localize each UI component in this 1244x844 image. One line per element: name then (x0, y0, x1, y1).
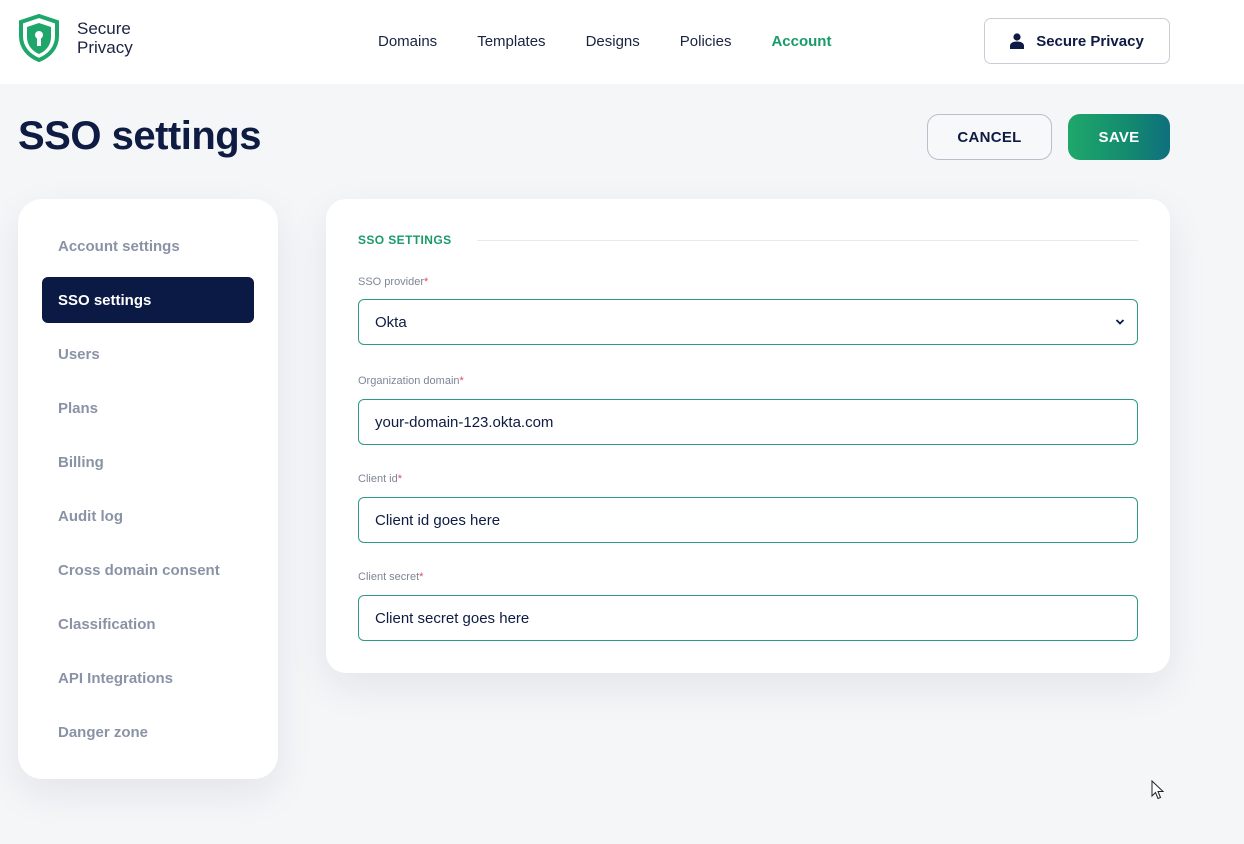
section-header: SSO SETTINGS (358, 233, 1138, 247)
mouse-cursor-icon (1151, 780, 1165, 800)
sidebar-item-account-settings[interactable]: Account settings (42, 223, 254, 269)
sso-provider-label: SSO provider* (358, 276, 429, 288)
user-menu-button[interactable]: Secure Privacy (984, 18, 1170, 64)
organization-domain-input[interactable] (375, 400, 1137, 444)
page-title: SSO settings (18, 114, 261, 158)
sso-provider-select[interactable]: Okta (358, 299, 1138, 345)
section-title: SSO SETTINGS (358, 233, 452, 247)
chevron-down-icon (1115, 319, 1125, 325)
shield-logo-icon (19, 14, 59, 62)
main-nav: Domains Templates Designs Policies Accou… (378, 33, 871, 50)
sso-settings-card: SSO SETTINGS SSO provider* Okta Organiza… (326, 199, 1170, 673)
nav-templates[interactable]: Templates (477, 33, 545, 50)
brand-line-2: Privacy (77, 38, 133, 57)
brand-line-1: Secure (77, 19, 131, 38)
client-secret-label: Client secret* (358, 571, 424, 583)
section-divider (477, 239, 1138, 241)
client-id-label: Client id* (358, 473, 403, 485)
sidebar-item-billing[interactable]: Billing (42, 439, 254, 485)
organization-domain-field[interactable] (358, 399, 1138, 445)
nav-account[interactable]: Account (771, 33, 831, 50)
sidebar-item-api-integrations[interactable]: API Integrations (42, 655, 254, 701)
cancel-button[interactable]: CANCEL (927, 114, 1052, 160)
sidebar-item-classification[interactable]: Classification (42, 601, 254, 647)
sidebar-item-plans[interactable]: Plans (42, 385, 254, 431)
settings-sidebar: Account settings SSO settings Users Plan… (18, 199, 278, 779)
sidebar-item-users[interactable]: Users (42, 331, 254, 377)
brand-logo[interactable]: Secure Privacy (17, 14, 133, 62)
client-id-field[interactable] (358, 497, 1138, 543)
sidebar-item-audit-log[interactable]: Audit log (42, 493, 254, 539)
user-menu-label: Secure Privacy (1036, 32, 1144, 50)
top-bar: Secure Privacy Domains Templates Designs… (0, 0, 1244, 84)
sidebar-item-cross-domain-consent[interactable]: Cross domain consent (42, 547, 254, 593)
save-button[interactable]: SAVE (1068, 114, 1170, 160)
sso-provider-value: Okta (375, 313, 407, 331)
brand-name: Secure Privacy (77, 19, 133, 57)
client-secret-input[interactable] (375, 596, 1137, 640)
client-secret-field[interactable] (358, 595, 1138, 641)
organization-domain-label: Organization domain* (358, 375, 464, 387)
client-id-input[interactable] (375, 498, 1137, 542)
sidebar-item-sso-settings[interactable]: SSO settings (42, 277, 254, 323)
nav-policies[interactable]: Policies (680, 33, 732, 50)
user-icon (1010, 33, 1025, 49)
nav-domains[interactable]: Domains (378, 33, 437, 50)
nav-designs[interactable]: Designs (586, 33, 640, 50)
sidebar-item-danger-zone[interactable]: Danger zone (42, 709, 254, 755)
